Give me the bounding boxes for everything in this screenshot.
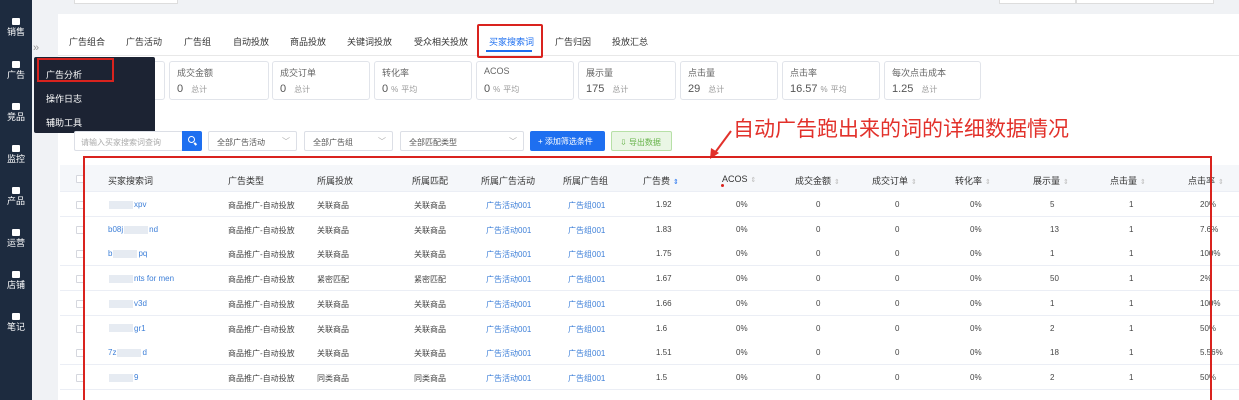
match-type-select[interactable]: 全部匹配类型 ﹀: [400, 131, 524, 151]
tab-keyword-targeting[interactable]: 关键词投放: [347, 35, 392, 48]
sidebar-item-label: 监控: [6, 154, 25, 164]
add-filter-button[interactable]: + 添加筛选条件: [530, 131, 605, 151]
chevron-down-icon: ﹀: [509, 137, 517, 146]
sidebar-item-operation[interactable]: 运营: [0, 229, 32, 248]
top-selector[interactable]: [1076, 0, 1214, 4]
sidebar-item-ads[interactable]: 广告: [0, 61, 32, 80]
metric-value: 175 总计: [586, 83, 629, 95]
metric-label: 点击量: [688, 68, 716, 78]
metric-label: 展示量: [586, 68, 614, 78]
top-selector[interactable]: [74, 0, 178, 4]
menu-item-operation-log[interactable]: 操作日志: [46, 92, 82, 105]
sidebar-item-notes[interactable]: 笔记: [0, 313, 32, 332]
ad-group-select[interactable]: 全部广告组 ﹀: [304, 131, 393, 151]
chevron-down-icon: ﹀: [378, 137, 386, 146]
metric-card-sales: 成交金额 0 总计: [169, 61, 269, 100]
tab-campaign[interactable]: 广告活动: [126, 35, 162, 48]
highlight-box-menu: [37, 58, 114, 82]
highlight-box-tab: [477, 24, 543, 58]
tab-auto-targeting[interactable]: 自动投放: [233, 35, 269, 48]
campaign-select[interactable]: 全部广告活动 ﹀: [208, 131, 297, 151]
tab-attribution[interactable]: 广告归因: [555, 35, 591, 48]
metric-card-ctr: 点击率 16.57% 平均: [782, 61, 880, 100]
metric-card-cvr: 转化率 0% 平均: [374, 61, 472, 100]
tab-portfolio[interactable]: 广告组合: [69, 35, 105, 48]
expand-menu-icon[interactable]: »: [33, 42, 39, 54]
metric-label: 点击率: [790, 68, 818, 78]
export-button[interactable]: ⇩ 导出数据: [611, 131, 672, 151]
ads-icon: [12, 61, 20, 68]
tab-ad-group[interactable]: 广告组: [184, 35, 211, 48]
metric-value: 0 总计: [177, 83, 208, 95]
sidebar-item-store[interactable]: 店铺: [0, 271, 32, 290]
metric-value: 29 总计: [688, 83, 725, 95]
tab-audience-targeting[interactable]: 受众相关投放: [414, 35, 468, 48]
sidebar-item-label: 运营: [6, 238, 25, 248]
sidebar-item-label: 广告: [6, 70, 25, 80]
operation-icon: [12, 229, 20, 236]
sidebar-item-label: 笔记: [6, 322, 25, 332]
metric-card-acos: ACOS 0% 平均: [476, 61, 574, 100]
export-icon: ⇩: [620, 138, 629, 147]
sidebar-item-label: 产品: [6, 196, 25, 206]
tab-targeting-summary[interactable]: 投放汇总: [612, 35, 648, 48]
sidebar-item-label: 竞品: [6, 112, 25, 122]
sales-icon: [12, 18, 20, 25]
monitor-icon: [12, 145, 20, 152]
metric-label: 每次点击成本: [892, 68, 947, 78]
sidebar-item-label: 销售: [6, 27, 25, 37]
product-icon: [12, 187, 20, 194]
sidebar-item-monitor[interactable]: 监控: [0, 145, 32, 164]
metric-value: 1.25 总计: [892, 83, 938, 95]
search-input[interactable]: 请输入买家搜索词查询: [74, 131, 183, 151]
metric-value: 0 总计: [280, 83, 311, 95]
search-button[interactable]: [182, 131, 202, 151]
menu-item-helper-tools[interactable]: 辅助工具: [46, 116, 82, 129]
metric-card-clicks: 点击量 29 总计: [680, 61, 778, 100]
metric-card-impressions: 展示量 175 总计: [578, 61, 676, 100]
metric-card-cpc: 每次点击成本 1.25 总计: [884, 61, 981, 100]
annotation-text: 自动广告跑出来的词的详细数据情况: [733, 117, 1069, 141]
chevron-down-icon: ﹀: [282, 137, 290, 146]
metric-label: ACOS: [484, 66, 510, 76]
highlight-box-table: [83, 156, 1212, 400]
metric-card-orders: 成交订单 0 总计: [272, 61, 370, 100]
metric-label: 成交金额: [177, 68, 214, 78]
sidebar-item-label: 店铺: [6, 280, 25, 290]
metric-label: 转化率: [382, 68, 410, 78]
store-icon: [12, 271, 20, 278]
tabs-divider: [58, 55, 1239, 56]
metric-value: 16.57% 平均: [790, 83, 847, 95]
sidebar-item-sales[interactable]: 销售: [0, 18, 32, 37]
sidebar-item-competitor[interactable]: 竞品: [0, 103, 32, 122]
notes-icon: [12, 313, 20, 320]
competitor-icon: [12, 103, 20, 110]
metric-label: 成交订单: [280, 68, 317, 78]
metric-value: 0% 平均: [484, 83, 520, 95]
sort-icon[interactable]: ⇕: [1218, 179, 1224, 186]
top-selector[interactable]: [999, 0, 1076, 4]
sidebar-item-product[interactable]: 产品: [0, 187, 32, 206]
metric-value: 0% 平均: [382, 83, 418, 95]
app-sidebar: 销售 广告 竞品 监控 产品 运营 店铺 笔记: [0, 0, 32, 400]
tab-product-targeting[interactable]: 商品投放: [290, 35, 326, 48]
